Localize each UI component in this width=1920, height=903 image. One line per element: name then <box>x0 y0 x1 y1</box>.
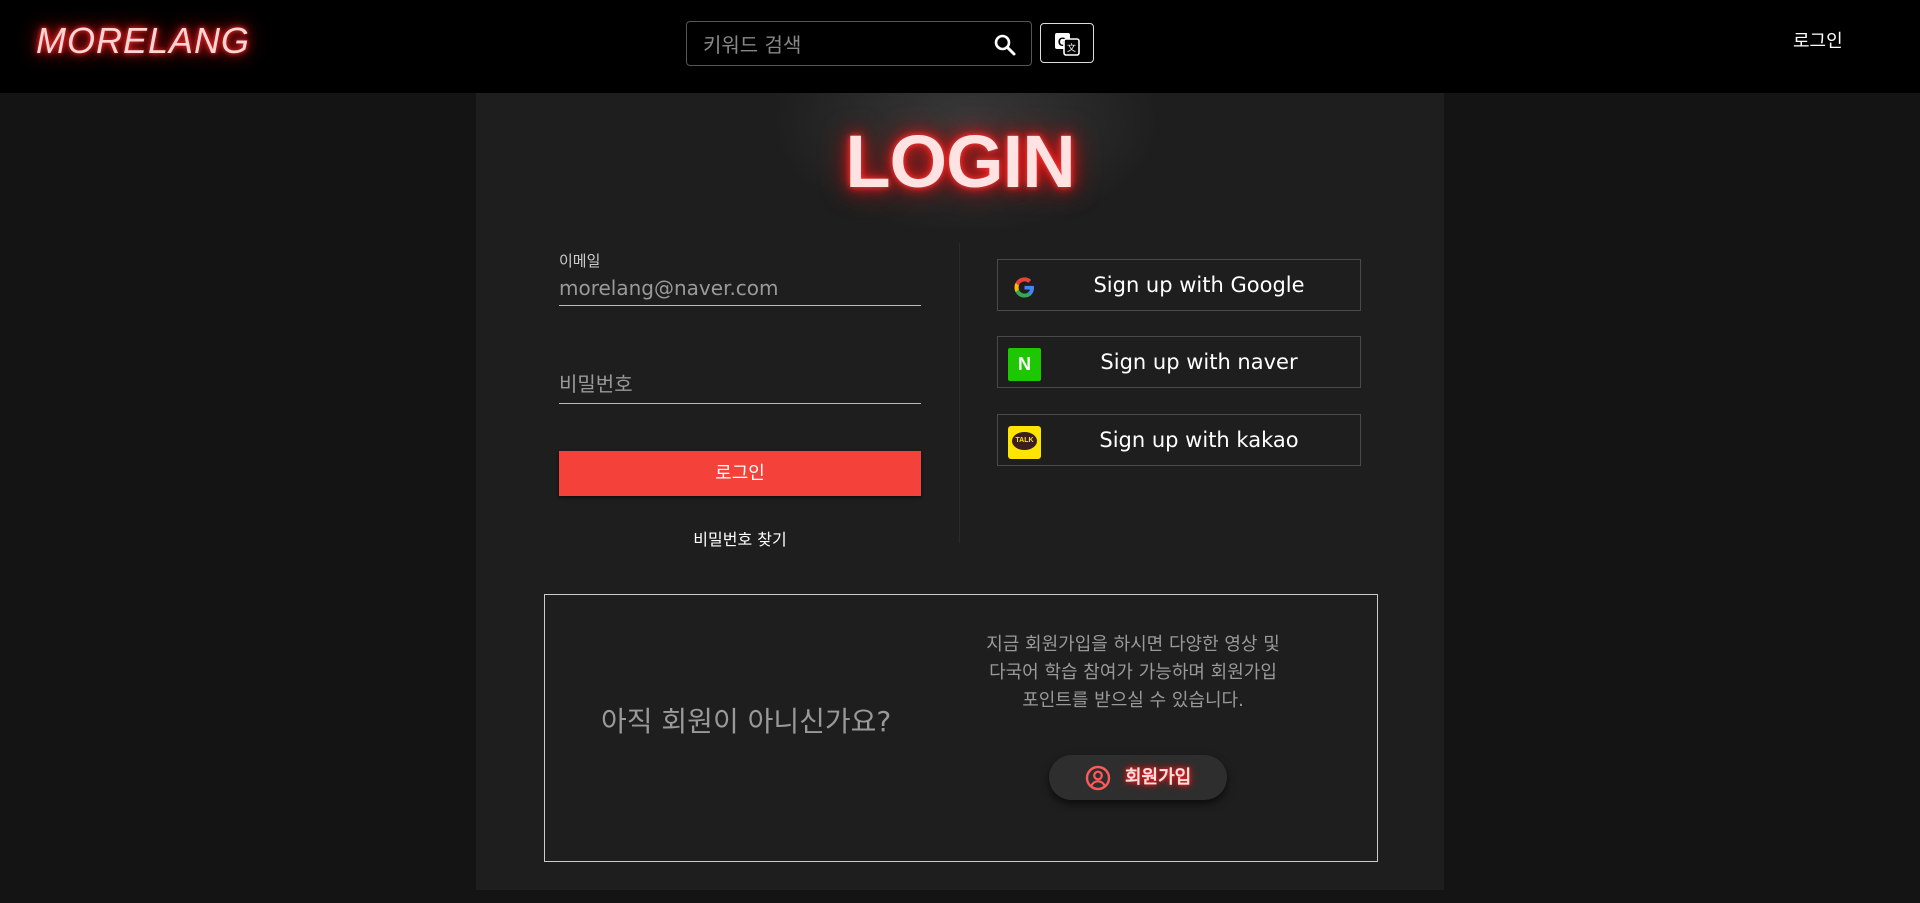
email-label: 이메일 <box>559 252 601 270</box>
signup-description-line: 다국어 학습 참여가 가능하며 회원가입 <box>989 662 1277 683</box>
naver-signup-button[interactable]: N Sign up with naver <box>997 336 1361 388</box>
google-icon <box>1014 277 1034 298</box>
login-button[interactable]: 로그인 <box>559 451 921 496</box>
google-signup-label: Sign up with Google <box>1093 273 1305 297</box>
header-login-link[interactable]: 로그인 <box>1793 27 1843 53</box>
signup-description-line: 지금 회원가입을 하시면 다양한 영상 및 <box>986 634 1280 655</box>
kakao-signup-button[interactable]: TALK Sign up with kakao <box>997 414 1361 466</box>
find-password-link[interactable]: 비밀번호 찾기 <box>559 526 921 550</box>
column-divider <box>959 243 960 543</box>
search-icon[interactable] <box>993 33 1017 57</box>
login-panel: LOGIN 이메일 로그인 비밀번호 찾기 Sign up with Googl… <box>476 93 1444 890</box>
signup-button-label: 회원가입 <box>1125 767 1192 788</box>
naver-signup-label: Sign up with naver <box>1100 350 1298 374</box>
signup-description-line: 포인트를 받으실 수 있습니다. <box>1022 690 1244 711</box>
kakao-signup-label: Sign up with kakao <box>1099 428 1299 452</box>
naver-icon: N <box>1008 348 1041 381</box>
signup-description: 지금 회원가입을 하시면 다양한 영상 및 다국어 학습 참여가 가능하며 회원… <box>963 631 1303 715</box>
email-field[interactable] <box>559 270 921 306</box>
signup-promo-box: 아직 회원이 아니신가요? 지금 회원가입을 하시면 다양한 영상 및 다국어 … <box>544 594 1378 862</box>
password-field[interactable] <box>559 365 921 404</box>
translate-button[interactable]: G 文 <box>1040 23 1094 63</box>
search-input[interactable] <box>701 22 985 67</box>
google-signup-button[interactable]: Sign up with Google <box>997 259 1361 311</box>
kakao-icon: TALK <box>1008 426 1041 459</box>
translate-icon: G 文 <box>1055 33 1080 56</box>
top-navigation-bar: MORELANG G 文 로그인 <box>0 0 1920 93</box>
signup-button[interactable]: 회원가입 <box>1049 755 1227 800</box>
svg-text:文: 文 <box>1067 42 1076 54</box>
morelang-logo[interactable]: MORELANG <box>36 20 250 62</box>
login-title: LOGIN <box>845 120 1075 203</box>
user-circle-icon <box>1085 765 1111 791</box>
kakao-talk-badge: TALK <box>1012 432 1037 450</box>
signup-question: 아직 회원이 아니신가요? <box>601 705 892 738</box>
search-box <box>686 21 1032 67</box>
